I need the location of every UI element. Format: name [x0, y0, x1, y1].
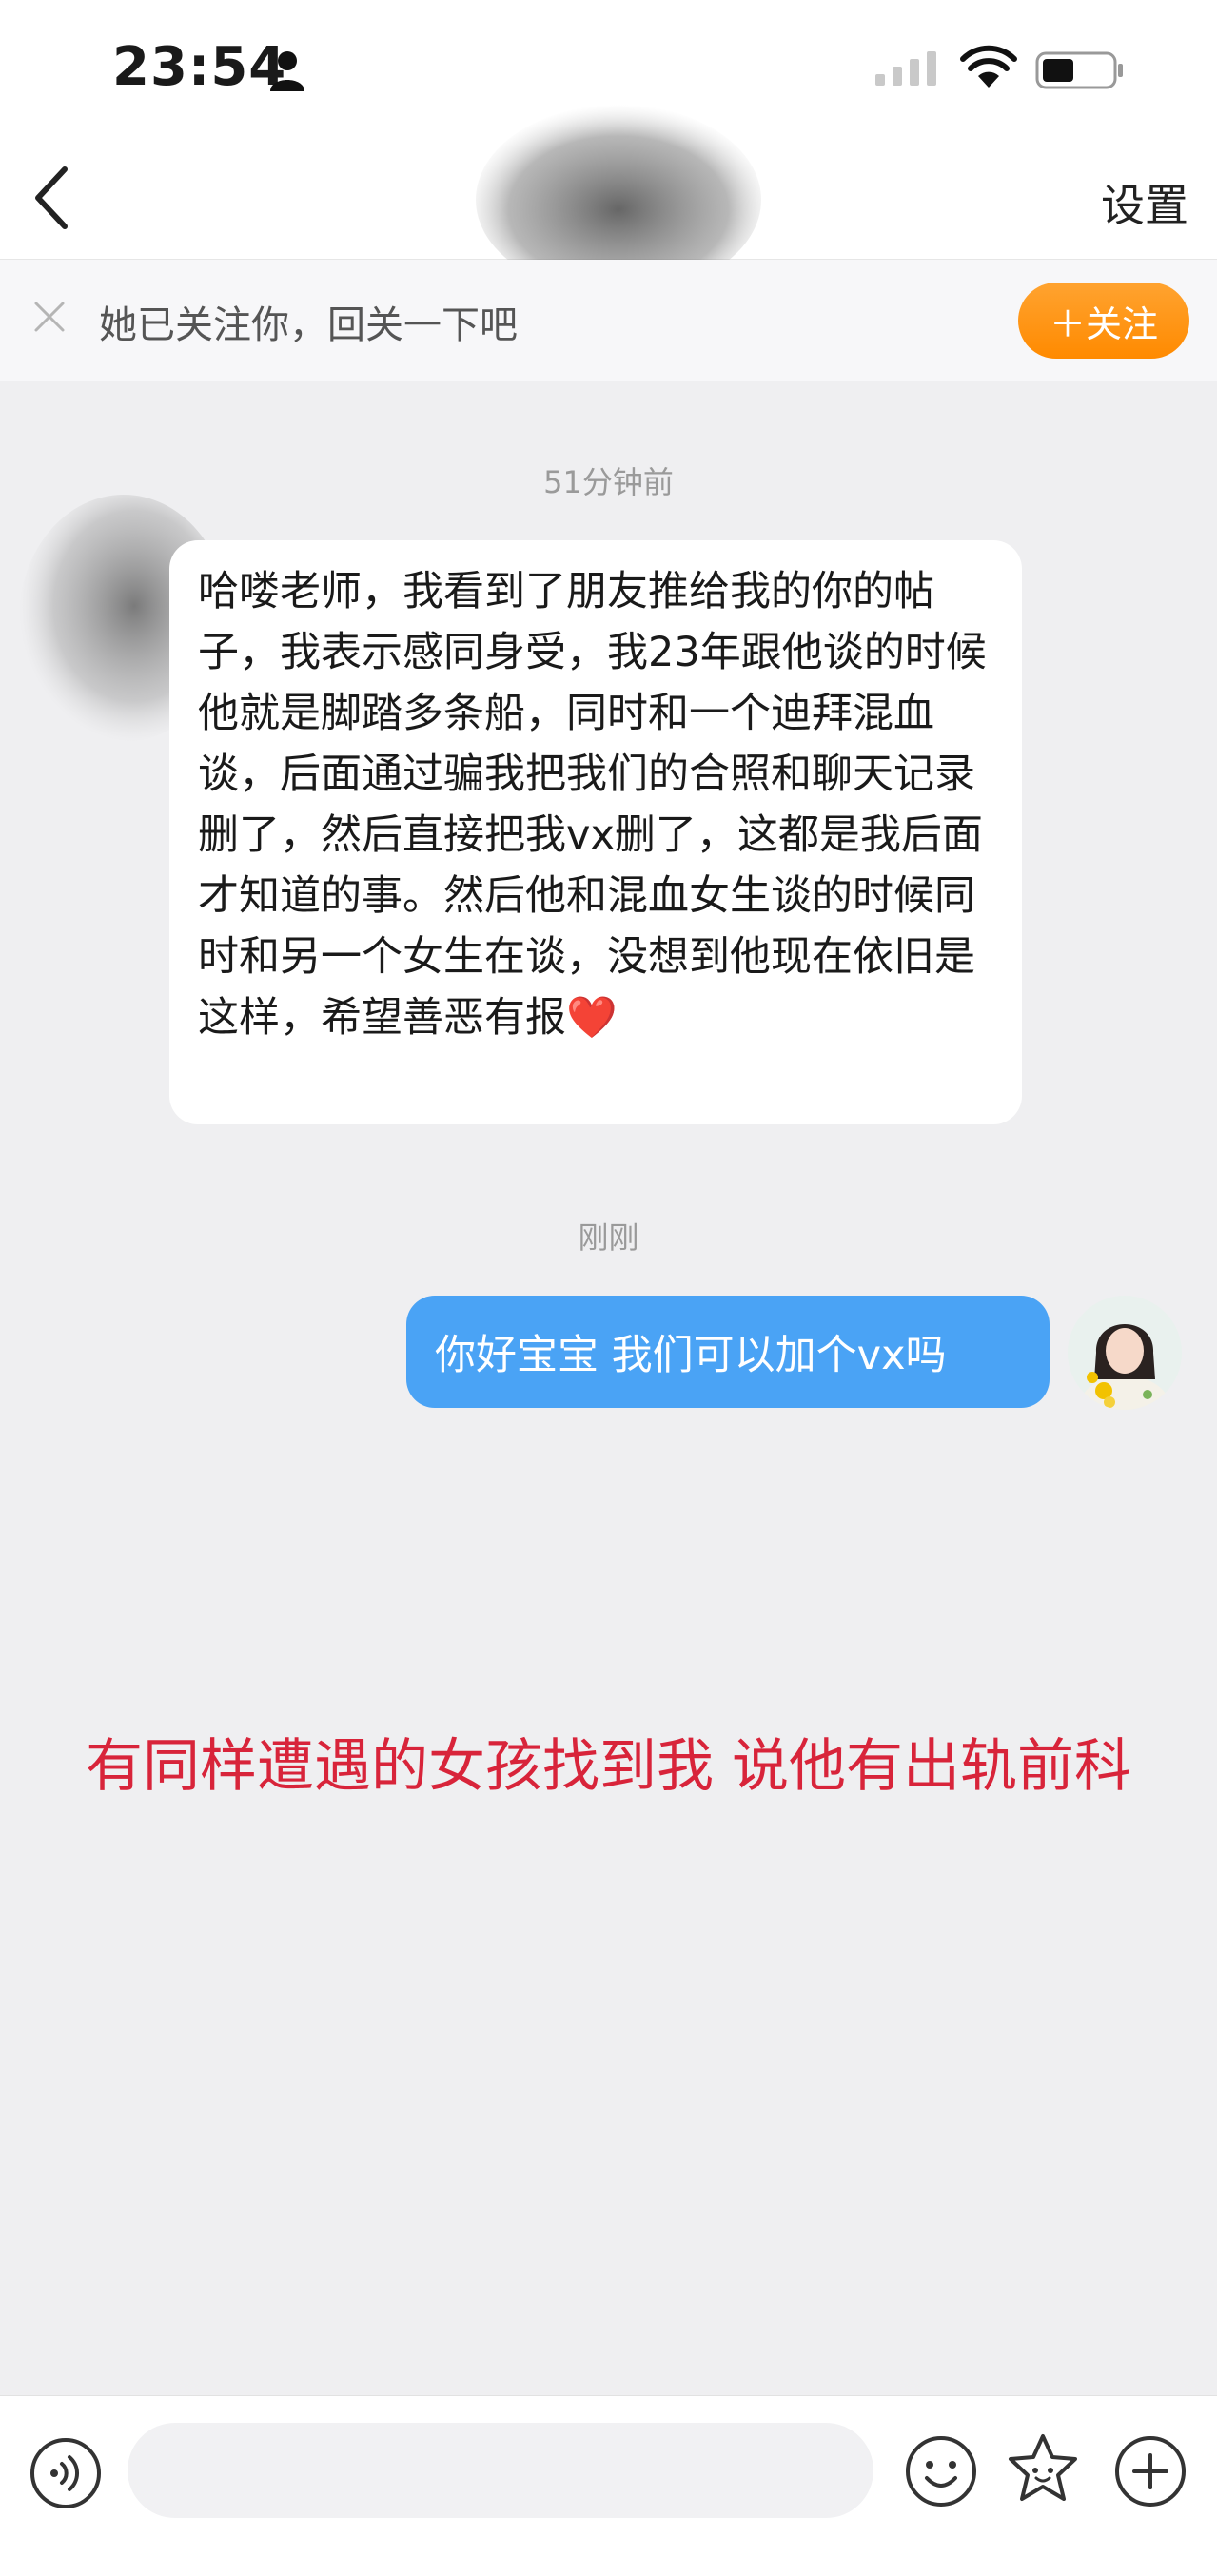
nav-bar: 设置: [0, 105, 1217, 295]
input-bar: [0, 2395, 1217, 2576]
outgoing-message-bubble[interactable]: 你好宝宝 我们可以加个vx吗: [406, 1296, 1050, 1408]
message-input[interactable]: [128, 2423, 873, 2518]
battery-icon: [1035, 51, 1123, 89]
voice-icon[interactable]: [29, 2436, 103, 2510]
avatar[interactable]: [1068, 1296, 1182, 1410]
settings-button[interactable]: 设置: [1101, 171, 1188, 234]
wifi-icon: [960, 45, 1017, 88]
close-icon[interactable]: [30, 298, 69, 336]
heart-emoji: ❤️: [566, 994, 618, 1042]
sticker-icon[interactable]: [1005, 2432, 1081, 2508]
incoming-message-text: 哈喽老师，我看到了朋友推给我的你的帖子，我表示感同身受，我23年跟他谈的时候他就…: [198, 568, 987, 1042]
chevron-left-icon[interactable]: [29, 164, 76, 232]
person-icon: [270, 51, 304, 91]
message-timestamp: 刚刚: [578, 1220, 639, 1256]
annotation-caption: 有同样遭遇的女孩找到我 说他有出轨前科: [85, 1733, 1132, 1800]
plus-icon[interactable]: [1113, 2434, 1188, 2508]
avatar-image: [1068, 1296, 1182, 1410]
follow-back-text: 她已关注你，回关一下吧: [99, 303, 518, 347]
follow-button[interactable]: ＋关注: [1018, 283, 1189, 359]
incoming-message-bubble[interactable]: 哈喽老师，我看到了朋友推给我的你的帖子，我表示感同身受，我23年跟他谈的时候他就…: [169, 540, 1022, 1124]
emoji-icon[interactable]: [904, 2434, 978, 2508]
status-time: 23:54: [112, 36, 287, 98]
follow-back-banner: 她已关注你，回关一下吧 ＋关注: [0, 260, 1217, 381]
outgoing-message-text: 你好宝宝 我们可以加个vx吗: [435, 1332, 947, 1379]
signal-icon: [875, 51, 936, 86]
